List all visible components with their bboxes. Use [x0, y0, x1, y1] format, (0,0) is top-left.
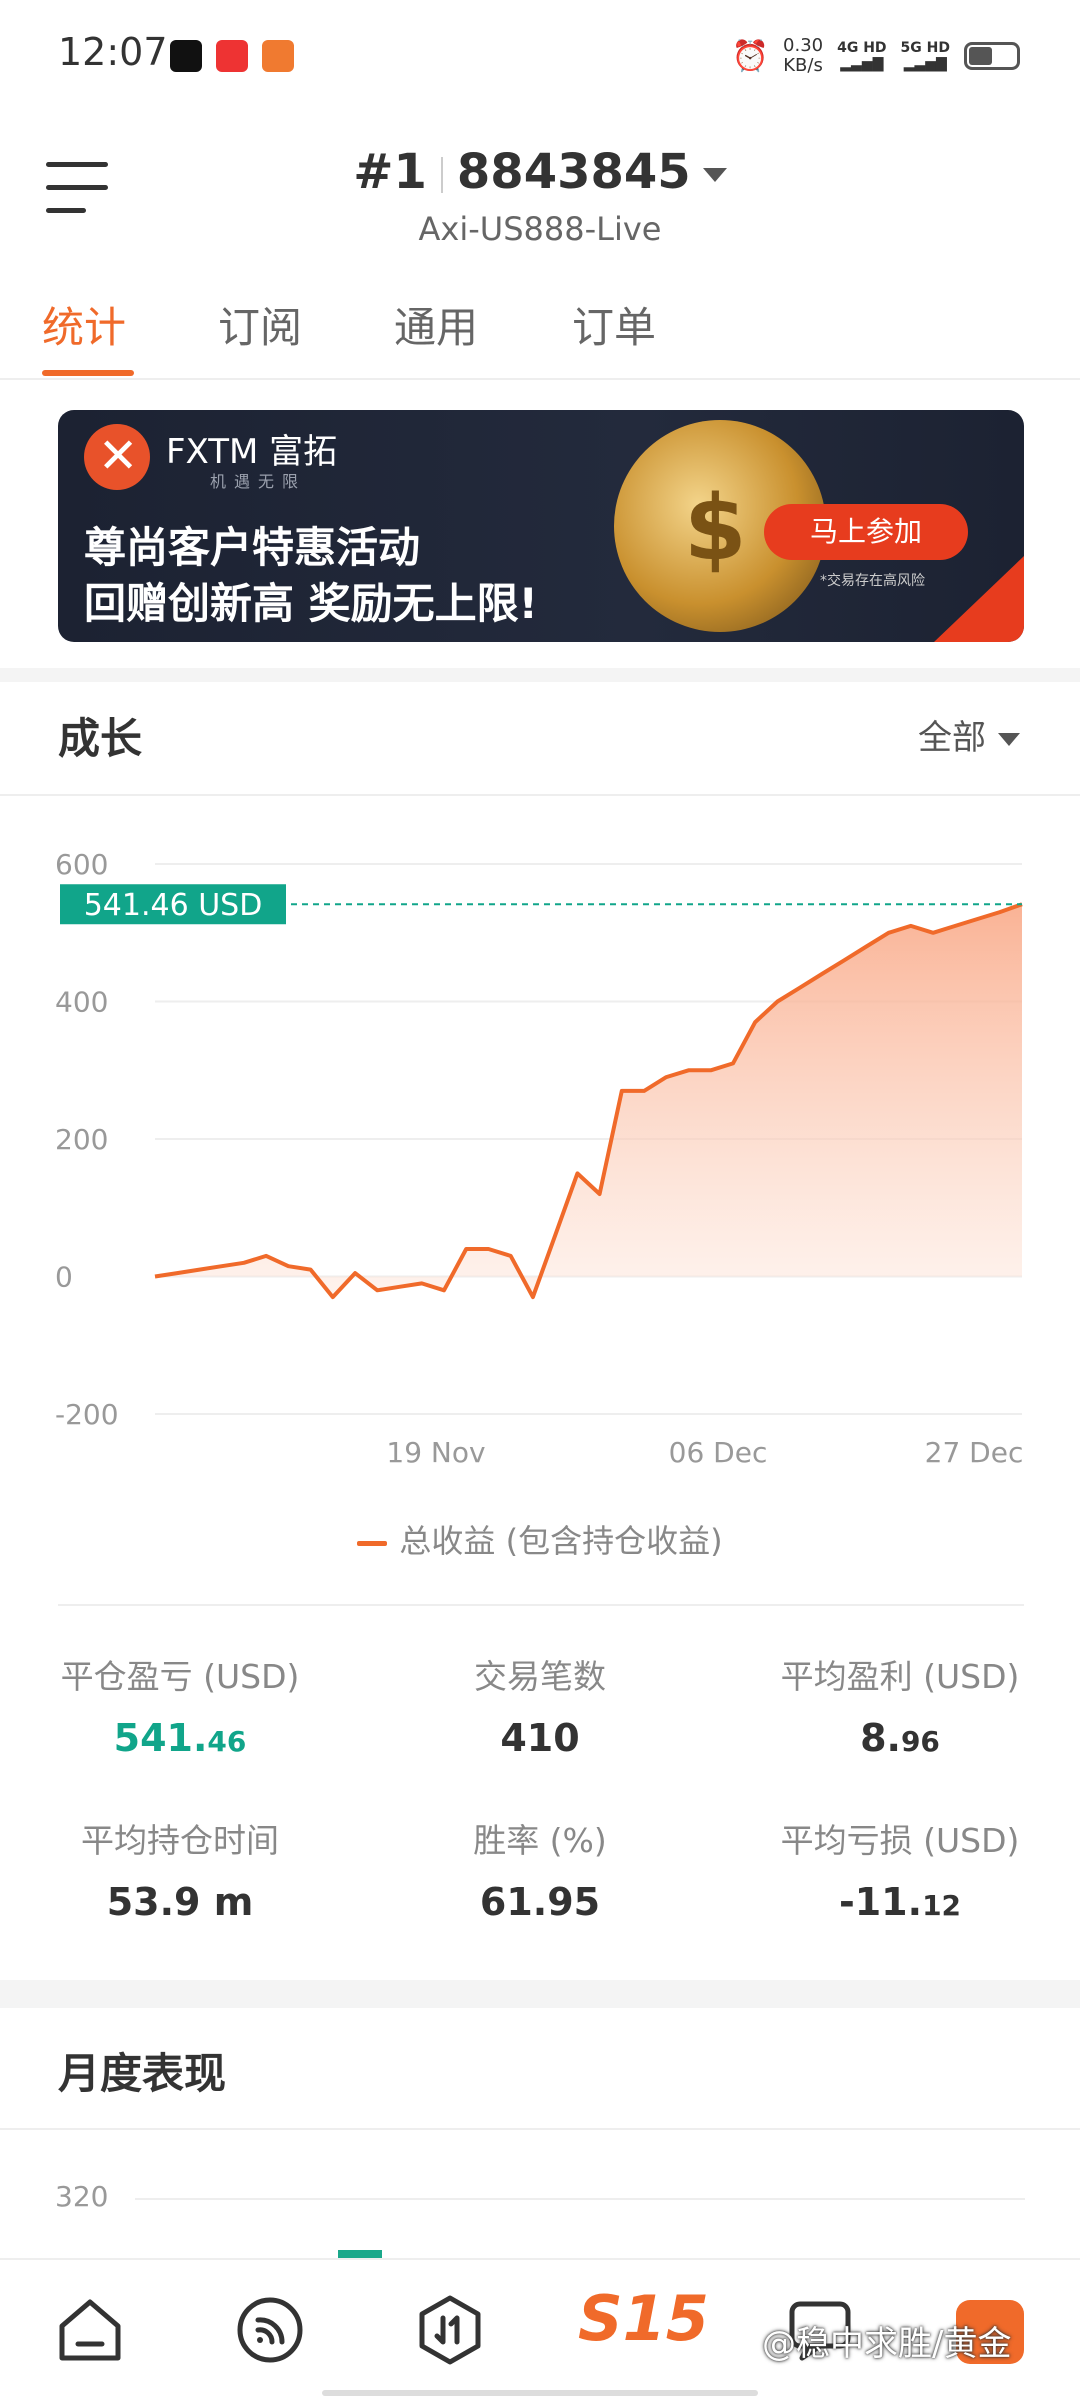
- account-header: #1 8843845 Axi-US888-Live: [0, 130, 1080, 250]
- banner-line1: 尊尚客户特惠活动: [84, 523, 421, 572]
- banner-slogan: 机遇无限: [210, 472, 307, 491]
- fxtm-logo-icon: [84, 424, 150, 490]
- growth-chart: 600 400 200 0 -200 19 Nov 06 Dec 27 Dec 541.46 U…: [55, 848, 1024, 1469]
- banner-line2: 回赠创新高 奖励无上限!: [84, 579, 538, 628]
- account-rank: #1: [353, 144, 427, 200]
- current-value-label: 541.46 USD: [84, 888, 263, 923]
- x-tick-label: 19 Nov: [386, 1436, 485, 1469]
- x-tick-label: 27 Dec: [925, 1436, 1024, 1469]
- divider: [58, 1604, 1024, 1606]
- tab-subscribe[interactable]: 订阅: [218, 294, 302, 355]
- stat-value: 61.95: [479, 1880, 601, 1924]
- speed-value: 0.30: [783, 35, 824, 56]
- chart-legend: 总收益 (包含持仓收益): [0, 1516, 1080, 1562]
- video-app-icon: [170, 40, 202, 72]
- net1-label: 4G HD: [837, 40, 887, 56]
- section-divider: [0, 1980, 1080, 2008]
- stat-label: 胜率 (%): [473, 1821, 607, 1860]
- trade-icon[interactable]: [410, 2290, 490, 2370]
- y-tick-label: -200: [55, 1398, 119, 1431]
- tab-general[interactable]: 通用: [394, 294, 478, 355]
- stat-value: 541.46: [113, 1716, 247, 1760]
- stat-win-rate: 胜率 (%) 61.95: [360, 1814, 720, 1924]
- divider: [0, 794, 1080, 796]
- status-indicators: ⏰ 0.30 KB/s 4G HD ▂▃▅▇ 5G HD ▂▃▅▇: [732, 36, 1020, 76]
- legend-swatch: [357, 1540, 388, 1546]
- stat-label: 平均持仓时间: [81, 1821, 279, 1860]
- promo-banner[interactable]: FXTM 富拓 机遇无限 尊尚客户特惠活动 回赠创新高 奖励无上限! $ 马上参…: [58, 410, 1024, 642]
- watermark: @稳中求胜/黄金: [762, 2324, 1012, 2364]
- account-number: 8843845: [456, 144, 691, 200]
- y-tick-label: 200: [55, 1123, 108, 1156]
- net2-label: 5G HD: [900, 40, 950, 56]
- network-speed: 0.30 KB/s: [783, 36, 823, 76]
- home-icon[interactable]: [50, 2290, 130, 2370]
- speed-unit: KB/s: [783, 55, 823, 76]
- status-time: 12:07: [58, 30, 168, 74]
- banner-corner-decoration: [934, 556, 1024, 642]
- stat-avg-hold-time: 平均持仓时间 53.9 m: [0, 1814, 360, 1924]
- tab-orders[interactable]: 订单: [572, 294, 656, 355]
- growth-area: [155, 904, 1022, 1298]
- stat-value: 8.96: [860, 1716, 940, 1760]
- stat-trade-count: 交易笔数 410: [360, 1650, 720, 1760]
- x-tick-label: 06 Dec: [669, 1436, 768, 1469]
- join-now-button[interactable]: 马上参加: [764, 504, 968, 560]
- alarm-icon: ⏰: [731, 38, 770, 74]
- monthly-gridline: [135, 2198, 1025, 2200]
- stat-value: 410: [500, 1716, 580, 1760]
- home-indicator[interactable]: [322, 2390, 758, 2396]
- tab-stats[interactable]: 统计: [42, 294, 126, 355]
- banner-risk-note: *交易存在高风险: [820, 573, 925, 589]
- stat-label: 平仓盈亏 (USD): [60, 1657, 300, 1696]
- signal-bars-icon: ▂▃▅▇: [840, 56, 884, 72]
- growth-title: 成长: [58, 714, 143, 763]
- monthly-title: 月度表现: [58, 2049, 227, 2098]
- account-selector[interactable]: #1 8843845 Axi-US888-Live: [0, 144, 1080, 248]
- range-filter[interactable]: 全部: [918, 710, 1020, 759]
- signal-5g: 5G HD ▂▃▅▇: [901, 40, 950, 72]
- status-bar: 12:07 ⏰ 0.30 KB/s 4G HD ▂▃▅▇ 5G HD ▂▃▅▇: [0, 0, 1080, 110]
- divider: [0, 2128, 1080, 2130]
- active-tab-indicator: [42, 370, 134, 376]
- battery-icon: [964, 42, 1020, 70]
- stat-label: 平均盈利 (USD): [780, 1657, 1020, 1696]
- monthly-y-tick: 320: [55, 2180, 109, 2213]
- caret-down-icon[interactable]: [702, 168, 727, 182]
- s15-brand-tab[interactable]: S15: [578, 2282, 709, 2355]
- y-tick-label: 400: [55, 986, 108, 1019]
- signal-4g: 4G HD ▂▃▅▇: [837, 40, 886, 72]
- legend-label: 总收益 (包含持仓收益): [399, 1522, 723, 1560]
- signal-feed-icon[interactable]: [230, 2290, 310, 2370]
- stat-closed-pnl: 平仓盈亏 (USD) 541.46: [0, 1650, 360, 1760]
- account-server: Axi-US888-Live: [418, 210, 662, 248]
- orange-app-icon: [262, 40, 294, 72]
- stat-avg-loss: 平均亏损 (USD) -11.12: [720, 1814, 1080, 1924]
- stat-value: -11.12: [838, 1880, 962, 1924]
- signal-bars-icon: ▂▃▅▇: [903, 56, 947, 72]
- banner-brand: FXTM 富拓: [166, 432, 338, 472]
- range-filter-label: 全部: [918, 718, 986, 758]
- y-tick-label: 0: [55, 1261, 73, 1294]
- stat-avg-profit: 平均盈利 (USD) 8.96: [720, 1650, 1080, 1760]
- section-divider: [0, 668, 1080, 682]
- stat-value: 53.9 m: [106, 1880, 254, 1924]
- toutiao-app-icon: [216, 40, 248, 72]
- y-tick-label: 600: [55, 848, 108, 881]
- caret-down-icon: [998, 733, 1020, 746]
- stat-label: 交易笔数: [474, 1657, 606, 1696]
- tab-bar: 统计 订阅 通用 订单: [0, 280, 1080, 380]
- stat-label: 平均亏损 (USD): [780, 1821, 1020, 1860]
